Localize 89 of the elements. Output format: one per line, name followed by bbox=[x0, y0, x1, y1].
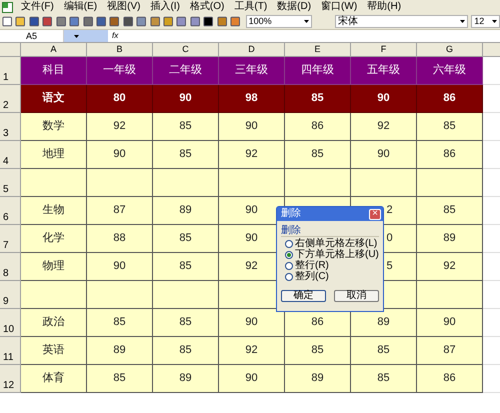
table-cell: 85 bbox=[417, 113, 483, 141]
table-cell: 生物 bbox=[21, 197, 87, 225]
table-cell: 地理 bbox=[21, 141, 87, 169]
menu-item[interactable]: 格式(O) bbox=[188, 1, 226, 13]
table-cell: 85 bbox=[87, 365, 153, 393]
option-label[interactable]: 整列(C) bbox=[295, 271, 329, 282]
table-cell: 85 bbox=[153, 113, 219, 141]
table-cell: 89 bbox=[417, 225, 483, 253]
table-cell: 体育 bbox=[21, 365, 87, 393]
table-cell: 92 bbox=[219, 141, 285, 169]
row-number[interactable]: 8 bbox=[3, 268, 9, 279]
table-cell: 92 bbox=[87, 113, 153, 141]
row-number[interactable]: 9 bbox=[3, 296, 9, 307]
table-cell: 数学 bbox=[21, 113, 87, 141]
table-cell: 92 bbox=[351, 113, 417, 141]
table-cell: 90 bbox=[351, 85, 417, 113]
table-cell: 90 bbox=[219, 113, 285, 141]
row-number[interactable]: 11 bbox=[3, 352, 14, 363]
table-cell: 90 bbox=[153, 85, 219, 113]
table-cell: 英语 bbox=[21, 337, 87, 365]
table-cell: 物理 bbox=[21, 253, 87, 281]
table-cell: 88 bbox=[87, 225, 153, 253]
table-cell: 85 bbox=[153, 225, 219, 253]
table-cell: 二年级 bbox=[153, 57, 219, 85]
table-cell: 86 bbox=[417, 365, 483, 393]
menu-item[interactable]: 数据(D) bbox=[275, 1, 314, 13]
table-cell: 85 bbox=[285, 141, 351, 169]
row-number[interactable]: 4 bbox=[3, 156, 9, 167]
menu-item[interactable]: 窗口(W) bbox=[319, 1, 360, 13]
table-cell: 89 bbox=[87, 337, 153, 365]
table-cell: 89 bbox=[153, 197, 219, 225]
table-cell: 89 bbox=[153, 365, 219, 393]
table-cell: 90 bbox=[417, 309, 483, 337]
menu-item[interactable]: 工具(T) bbox=[232, 1, 270, 13]
table-cell: 87 bbox=[417, 337, 483, 365]
menu-item[interactable]: 编辑(E) bbox=[62, 1, 100, 13]
table-cell: 语文 bbox=[21, 85, 87, 113]
table-cell: 85 bbox=[417, 197, 483, 225]
row-number[interactable]: 2 bbox=[3, 100, 9, 111]
table-cell: 85 bbox=[285, 337, 351, 365]
table-cell: 政治 bbox=[21, 309, 87, 337]
table-cell: 87 bbox=[87, 197, 153, 225]
table-cell: 90 bbox=[87, 141, 153, 169]
menu-item[interactable]: 帮助(H) bbox=[365, 1, 404, 13]
table-cell: 90 bbox=[219, 365, 285, 393]
table-cell: 85 bbox=[351, 365, 417, 393]
function-label[interactable]: fx bbox=[110, 30, 120, 42]
table-cell: 90 bbox=[219, 309, 285, 337]
option-label[interactable]: 整行(R) bbox=[295, 260, 329, 271]
table-cell: 85 bbox=[153, 337, 219, 365]
dialog-button[interactable]: 确定 bbox=[281, 290, 326, 302]
table-cell: 三年级 bbox=[219, 57, 285, 85]
table-cell: 86 bbox=[417, 85, 483, 113]
table-cell: 六年级 bbox=[417, 57, 483, 85]
close-button[interactable]: × bbox=[369, 208, 381, 220]
table-cell: 五年级 bbox=[351, 57, 417, 85]
menu-item[interactable]: 文件(F) bbox=[19, 1, 56, 13]
table-cell: 90 bbox=[87, 253, 153, 281]
table-cell: 85 bbox=[351, 337, 417, 365]
table-cell: 85 bbox=[153, 141, 219, 169]
row-number[interactable]: 5 bbox=[3, 184, 9, 195]
table-cell: 化学 bbox=[21, 225, 87, 253]
table-cell: 科目 bbox=[21, 57, 87, 85]
table-cell: 98 bbox=[219, 85, 285, 113]
table-cell: 85 bbox=[285, 85, 351, 113]
font-size-dropdown[interactable]: 12 bbox=[471, 15, 500, 28]
table-cell: 四年级 bbox=[285, 57, 351, 85]
row-number[interactable]: 1 bbox=[3, 72, 9, 83]
menu-item[interactable]: 插入(I) bbox=[148, 1, 182, 13]
menu-item[interactable]: 视图(V) bbox=[105, 1, 142, 13]
row-number[interactable]: 6 bbox=[3, 212, 9, 223]
table-cell: 85 bbox=[87, 309, 153, 337]
table-cell: 89 bbox=[285, 365, 351, 393]
table-cell: 85 bbox=[153, 309, 219, 337]
group-label: 删除 bbox=[281, 225, 379, 237]
table-cell: 89 bbox=[351, 309, 417, 337]
table-cell: 86 bbox=[417, 141, 483, 169]
row-number[interactable]: 7 bbox=[3, 240, 9, 251]
zoom-dropdown[interactable]: 100% bbox=[246, 15, 312, 28]
font-dropdown[interactable]: 宋体 bbox=[335, 15, 468, 28]
row-number[interactable]: 3 bbox=[3, 128, 9, 139]
table-cell: 85 bbox=[153, 253, 219, 281]
table-cell: 92 bbox=[219, 337, 285, 365]
table-cell: 一年级 bbox=[87, 57, 153, 85]
table-cell: 92 bbox=[417, 253, 483, 281]
table-cell: 80 bbox=[87, 85, 153, 113]
table-cell: 90 bbox=[351, 141, 417, 169]
table-cell: 86 bbox=[285, 113, 351, 141]
dialog-button[interactable]: 取消 bbox=[334, 290, 379, 302]
